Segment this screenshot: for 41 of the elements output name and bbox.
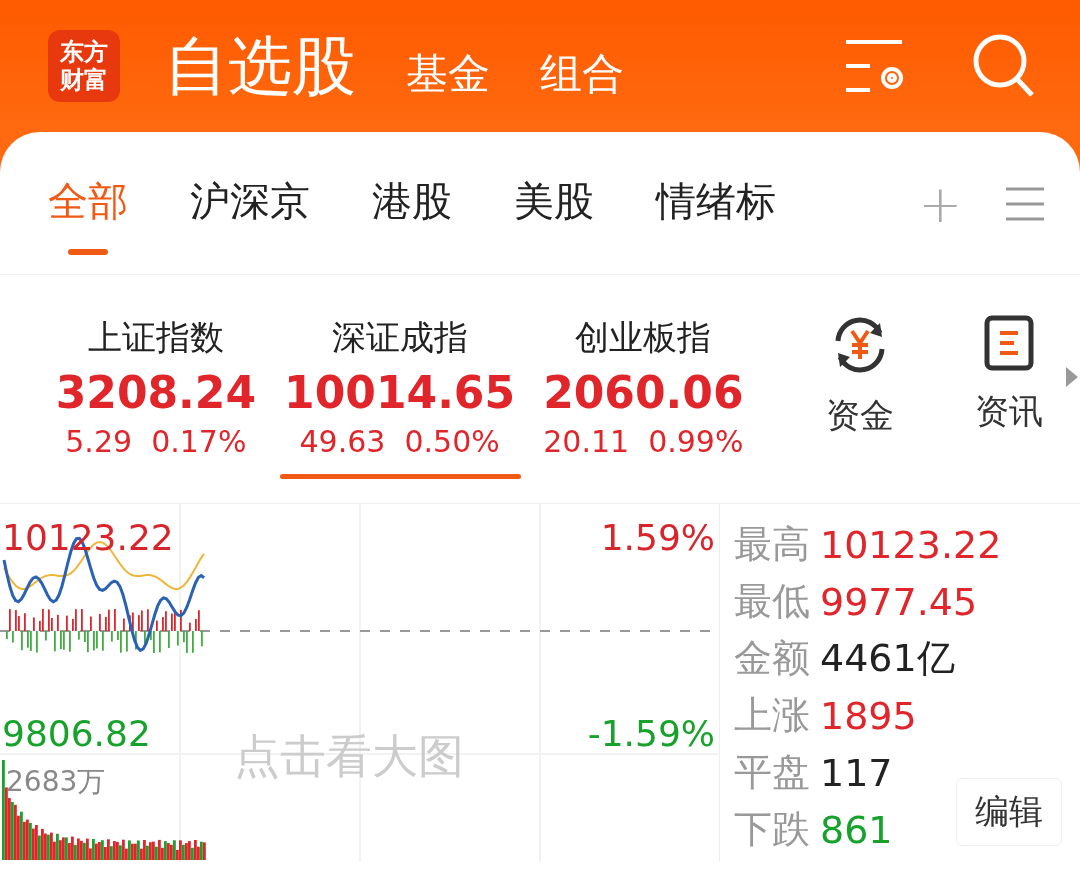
- index-card[interactable]: 上证指数 3208.24 5.29 0.17%: [34, 315, 278, 479]
- stat-value: 117: [820, 750, 893, 795]
- category-tab[interactable]: 港股: [372, 152, 452, 255]
- stat-label: 平盘: [734, 749, 810, 796]
- stat-value: 861: [820, 807, 893, 852]
- stat-label: 金额: [734, 635, 810, 682]
- index-change: 49.63 0.50%: [299, 424, 500, 459]
- shortcut-button[interactable]: 资金: [805, 315, 915, 439]
- high-percent-label: 1.59%: [600, 518, 715, 558]
- index-name: 创业板指: [575, 316, 712, 359]
- index-value: 10014.65: [284, 367, 516, 418]
- search-icon[interactable]: [972, 33, 1036, 99]
- scroll-right-icon[interactable]: [1064, 365, 1080, 389]
- stat-label: 下跌: [734, 806, 810, 853]
- stat-value: 4461亿: [820, 635, 955, 682]
- volume-label: 2683万: [6, 764, 106, 800]
- stat-label: 最高: [734, 521, 810, 568]
- index-card[interactable]: 深证成指 10014.65 49.63 0.50%: [277, 315, 522, 479]
- edit-button[interactable]: 编辑: [956, 778, 1062, 846]
- low-percent-label: -1.59%: [587, 714, 715, 754]
- category-tab[interactable]: 情绪标: [656, 152, 776, 255]
- shortcut-button[interactable]: 资讯: [954, 315, 1065, 435]
- stat-value: 1895: [820, 693, 917, 738]
- index-card[interactable]: 创业板指 2060.06 20.11 0.99%: [521, 315, 766, 479]
- app-logo: 东方 财富: [48, 30, 120, 102]
- low-price-label: 9806.82: [2, 714, 151, 754]
- category-tab[interactable]: 沪深京: [190, 152, 310, 255]
- document-icon: [984, 315, 1035, 371]
- index-value: 3208.24: [55, 367, 257, 418]
- stat-label: 上涨: [734, 692, 810, 739]
- menu-icon[interactable]: [1006, 186, 1044, 221]
- index-name: 上证指数: [87, 316, 224, 359]
- index-name: 深证成指: [331, 316, 468, 359]
- category-tab[interactable]: 美股: [514, 152, 594, 255]
- index-change: 5.29 0.17%: [65, 424, 247, 459]
- high-price-label: 10123.22: [2, 518, 174, 558]
- stat-value: 9977.45: [820, 579, 978, 624]
- stat-label: 最低: [734, 578, 810, 625]
- index-value: 2060.06: [543, 367, 744, 418]
- stat-value: 10123.22: [820, 522, 1002, 567]
- index-change: 20.11 0.99%: [543, 424, 744, 459]
